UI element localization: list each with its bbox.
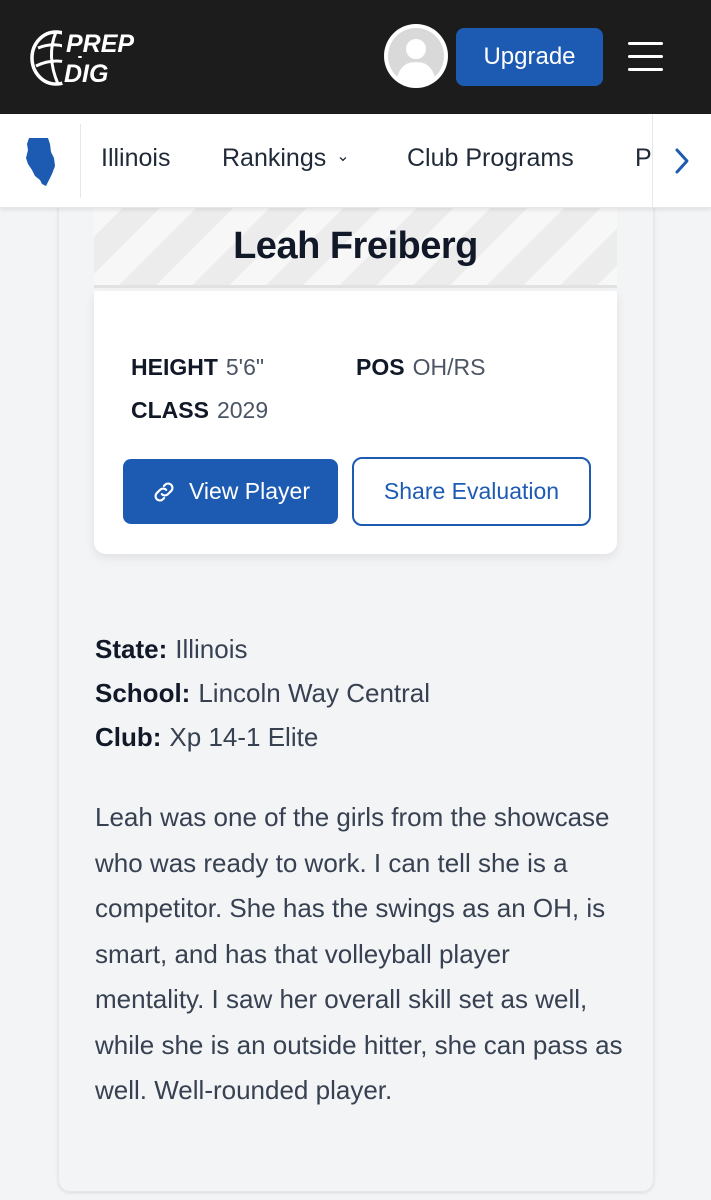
player-card-body: HEIGHT 5'6" POS OH/RS CLASS 2029 View Playe… [94, 291, 617, 554]
prep-dig-logo[interactable]: PREP DIG [28, 26, 144, 88]
class-stat: CLASS 2029 [131, 397, 268, 424]
view-player-button[interactable]: View Player [123, 459, 338, 524]
club-label: Club: [95, 722, 162, 752]
school-detail: School: Lincoln Way Central [95, 678, 430, 709]
height-value: 5'6" [225, 354, 265, 380]
state-value: Illinois [175, 634, 248, 664]
position-value: OH/RS [412, 354, 486, 380]
club-detail: Club: Xp 14-1 Elite [95, 722, 318, 753]
height-label: HEIGHT [131, 354, 218, 380]
school-label: School: [95, 678, 191, 708]
height-stat: HEIGHT 5'6" [131, 354, 264, 381]
view-player-label: View Player [188, 478, 311, 504]
player-name: Leah Freiberg [233, 225, 478, 267]
class-label: CLASS [131, 397, 209, 423]
class-value: 2029 [216, 397, 269, 423]
chevron-right-icon [675, 148, 689, 174]
scroll-right-button[interactable] [652, 114, 711, 207]
school-value: Lincoln Way Central [198, 678, 431, 708]
nav-item-rankings[interactable]: Rankings ⌄ [222, 144, 350, 173]
chevron-down-icon: ⌄ [336, 148, 350, 166]
sub-navigation: Illinois Rankings ⌄ Club Programs P [0, 114, 711, 208]
club-value: Xp 14-1 Elite [169, 722, 319, 752]
link-icon [154, 481, 174, 502]
logo-text-prep: PREP [66, 30, 134, 58]
hamburger-menu-icon[interactable] [628, 42, 663, 72]
subnav-divider [80, 124, 81, 198]
share-evaluation-button[interactable]: Share Evaluation [352, 457, 591, 526]
user-silhouette-icon [396, 39, 436, 84]
user-avatar[interactable] [384, 24, 448, 88]
top-header: PREP DIG Upgrade [0, 0, 711, 114]
upgrade-button[interactable]: Upgrade [456, 28, 603, 86]
nav-item-illinois[interactable]: Illinois [101, 144, 170, 173]
evaluation-text: Leah was one of the girls from the showc… [95, 802, 623, 1105]
logo-text-dig: DIG [64, 60, 108, 88]
nav-item-club-programs[interactable]: Club Programs [407, 144, 574, 173]
position-label: POS [356, 354, 405, 380]
state-label: State: [95, 634, 168, 664]
nav-item-rankings-label: Rankings [222, 144, 327, 172]
state-detail: State: Illinois [95, 634, 248, 665]
illinois-state-icon[interactable] [24, 136, 58, 188]
nav-item-truncated[interactable]: P [635, 144, 652, 173]
player-card-header: Leah Freiberg [94, 200, 617, 288]
position-stat: POS OH/RS [356, 354, 485, 381]
